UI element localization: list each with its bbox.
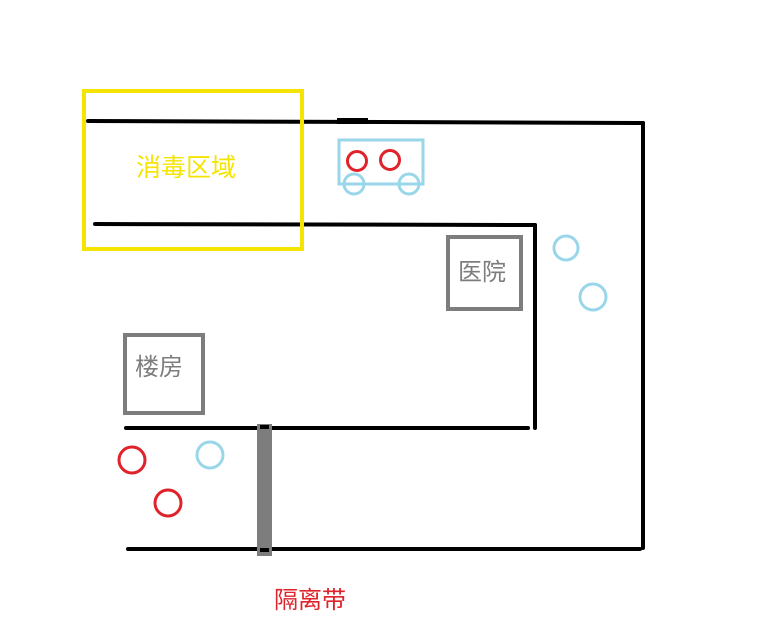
red-person-1 [117, 445, 147, 475]
vehicle-red-person-1 [346, 150, 368, 172]
blue-person-2 [578, 282, 608, 312]
isolation-belt-label: 隔离带 [274, 586, 346, 614]
blue-person-3 [195, 440, 225, 470]
isolation-belt-cap-top [260, 425, 269, 429]
vehicle-red-person-2 [379, 149, 401, 171]
isolation-belt [257, 424, 272, 556]
disinfection-zone-label: 消毒区域 [136, 153, 236, 182]
blue-person-1 [552, 234, 580, 262]
isolation-belt-cap-bottom [260, 548, 269, 552]
building-label: 楼房 [135, 353, 183, 381]
road-top-inner [93, 222, 537, 227]
map-diagram: 消毒区域 医院 楼房 隔离带 [82, 89, 645, 614]
red-person-2 [153, 488, 183, 518]
hospital-label: 医院 [458, 258, 506, 286]
vehicle [337, 138, 425, 196]
